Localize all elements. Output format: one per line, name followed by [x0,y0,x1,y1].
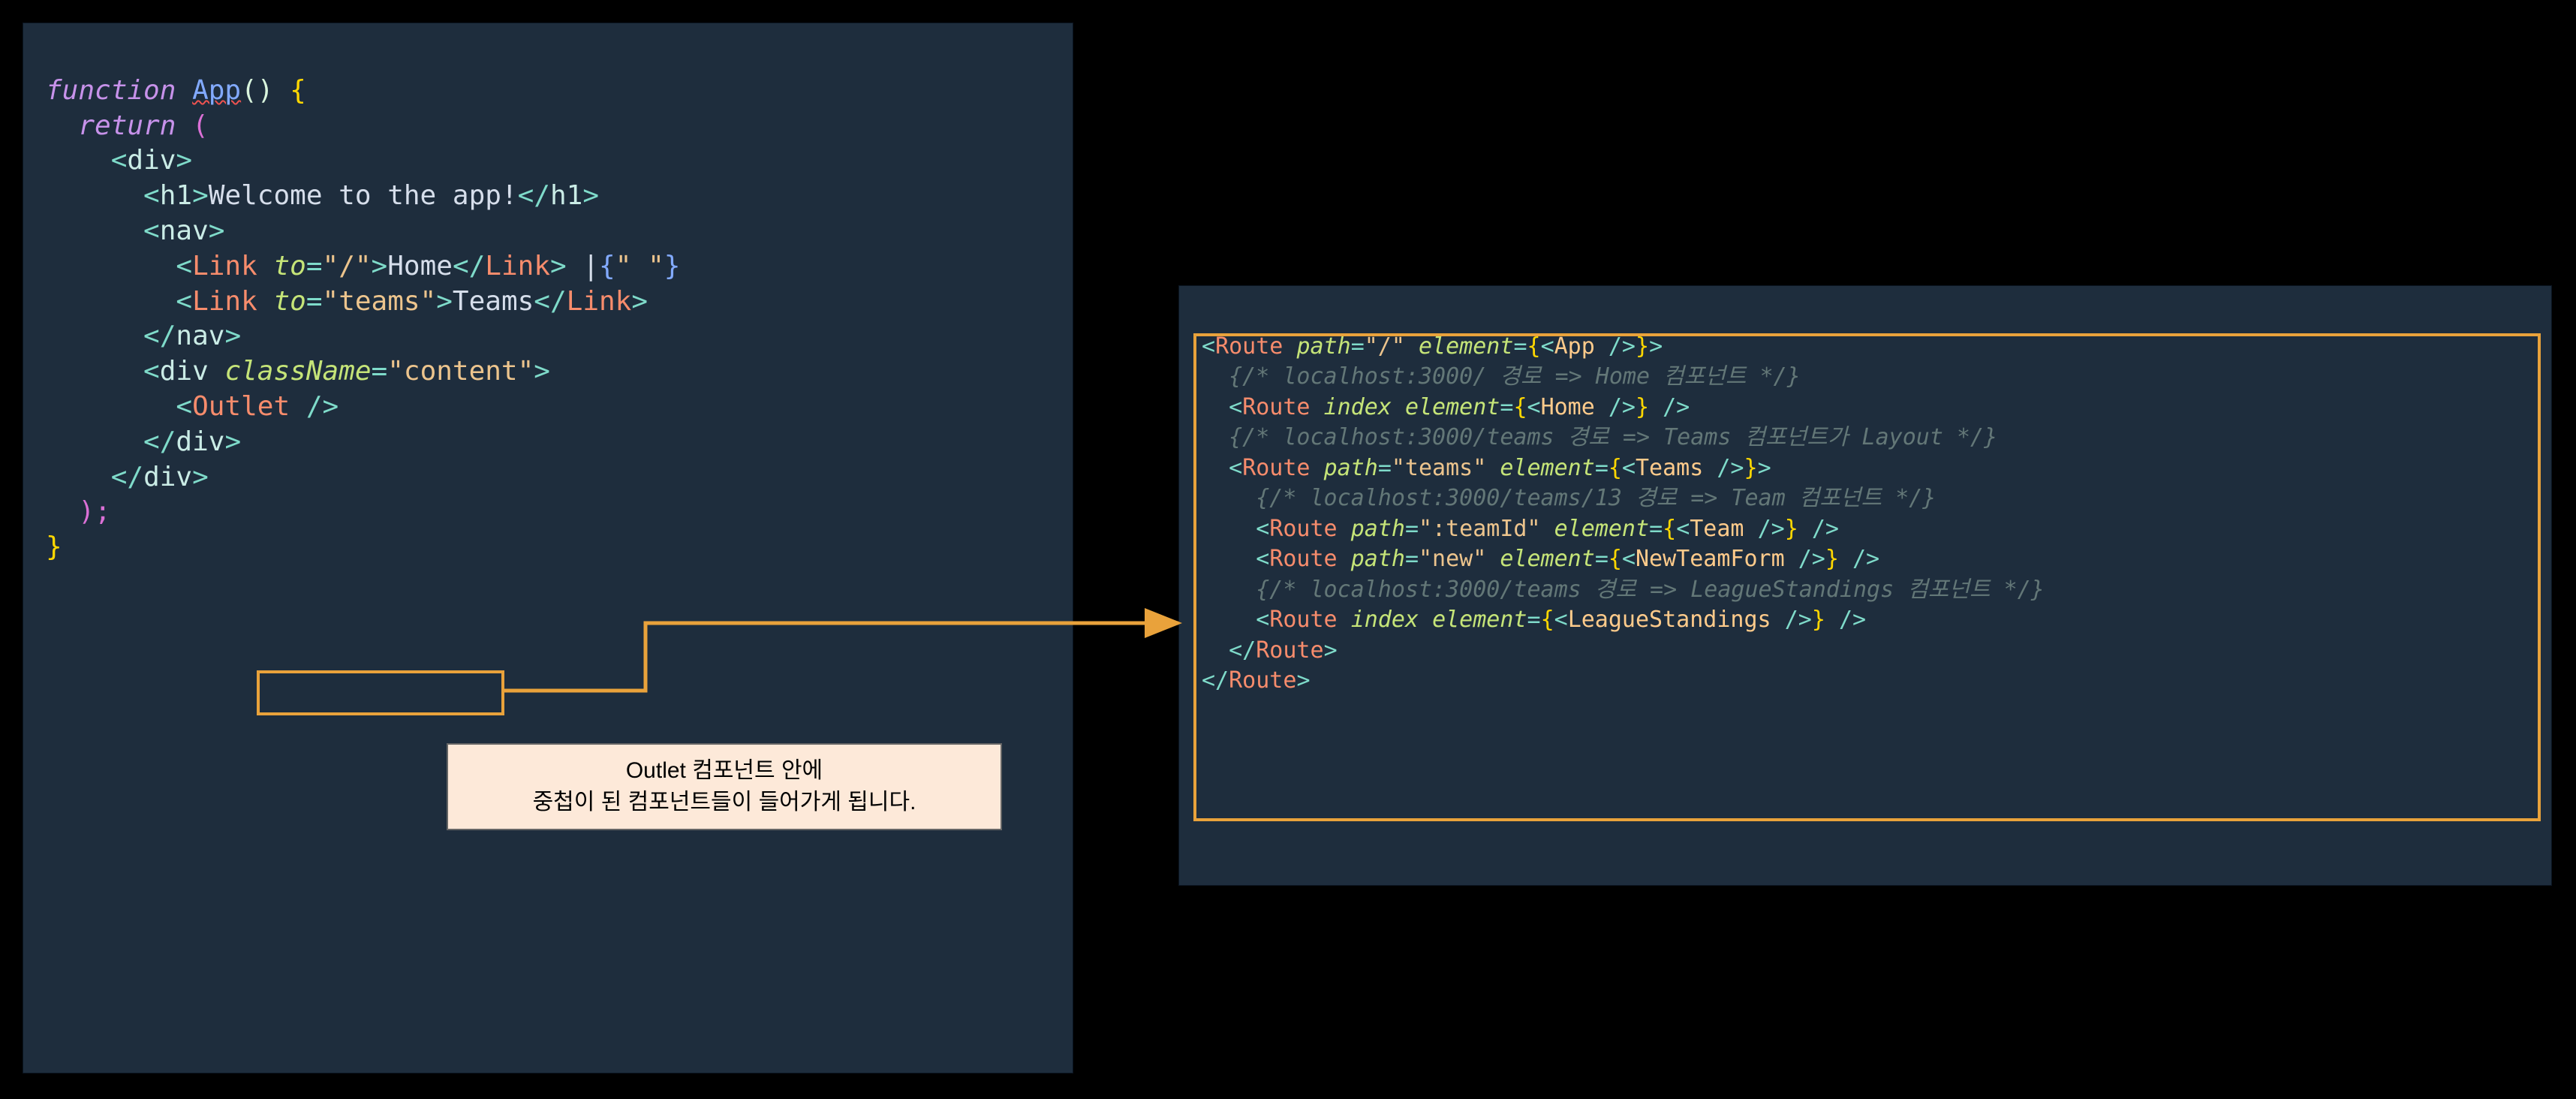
attr-classname: className [224,356,371,387]
keyword-function: function [46,75,176,106]
angle-open: < [176,286,192,317]
angle-close: > [192,180,209,211]
angle-close: > [534,356,550,387]
attr-to: to [273,251,305,282]
code-editor-left: function App() { return ( <div> <h1>Welc… [23,23,1073,1073]
tag-div: div [127,145,176,176]
angle-close: > [582,180,599,211]
angle-open: </ [143,426,176,457]
text-teams: Teams [453,286,534,317]
angle-close: > [224,426,241,457]
text-home: Home [387,251,453,282]
string-content: "content" [387,356,534,387]
angle-close: > [436,286,453,317]
function-name-app: App [192,75,241,106]
paren-close: ); [78,496,110,527]
angle-open: < [111,145,128,176]
angle-open: < [143,180,160,211]
callout-line2: 중첩이 된 컴포넌트들이 들어가게 됩니다. [463,787,986,818]
tag-div: div [160,356,209,387]
component-link: Link [192,286,257,317]
angle-open: < [176,391,192,422]
callout-line1: Outlet 컴포넌트 안에 [463,755,986,787]
tag-nav: nav [160,215,209,246]
angle-open: </ [518,180,550,211]
angle-open: </ [534,286,566,317]
angle-open: </ [111,462,143,492]
highlight-outlet-box [257,670,504,715]
angle-open: < [176,251,192,282]
angle-open: < [143,356,160,387]
brace-open: { [273,75,305,106]
string-root: "/" [323,251,372,282]
angle-close: > [550,251,567,282]
component-link-close: Link [485,251,550,282]
angle-close: > [224,321,241,351]
angle-open: </ [143,321,176,351]
component-link: Link [192,251,257,282]
tag-div-close: div [176,426,224,457]
angle-close: > [209,215,225,246]
text-welcome: Welcome to the app! [209,180,518,211]
angle-close: > [372,251,388,282]
string-teams: "teams" [323,286,437,317]
tag-h1: h1 [160,180,192,211]
paren-open: ( [176,110,208,141]
component-outlet: Outlet [192,391,290,422]
attr-to: to [273,286,305,317]
text-pipe: | [567,251,599,282]
brace-close: } [46,531,62,562]
tag-nav-close: nav [176,321,224,351]
string-space: " " [615,251,664,282]
keyword-return: return [78,110,176,141]
self-close: /> [306,391,339,422]
angle-close: > [192,462,209,492]
callout-box: Outlet 컴포넌트 안에 중첩이 된 컴포넌트들이 들어가게 됩니다. [447,743,1002,830]
angle-open: </ [453,251,485,282]
angle-close: > [176,145,192,176]
highlight-nested-routes-box [1193,333,2541,821]
tag-h1-close: h1 [550,180,582,211]
parens: () [241,75,273,106]
angle-open: < [143,215,160,246]
component-link-close: Link [567,286,632,317]
tag-div-close: div [143,462,192,492]
angle-close: > [631,286,648,317]
